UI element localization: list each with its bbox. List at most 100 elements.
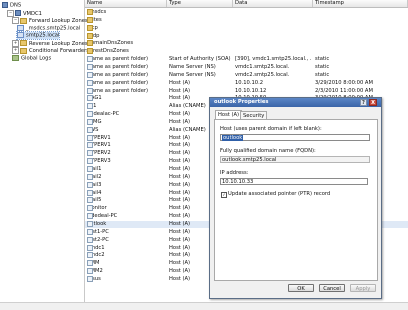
folder-icon [20,40,27,46]
tree-item-label: Conditional Forwarders [29,48,89,54]
record-icon [87,95,93,102]
record-type: Name Server (NS) [169,63,216,70]
record-icon [87,134,93,141]
record-name-text: DomainDnsZones [87,40,134,47]
record-icon [87,56,93,63]
record-name: DomainDnsZones [87,40,166,47]
record-name: ForestDnsZones [87,48,166,55]
record-icon [87,275,93,282]
record-icon [87,260,93,267]
record-icon [87,63,93,70]
tree-item[interactable]: DNS [2,2,21,9]
record-name: outlook [87,220,166,228]
expand-toggle-icon[interactable]: − [12,17,19,24]
properties-dialog: outlook Properties ? X Host (A) Security… [209,97,382,299]
expand-toggle-icon[interactable]: + [12,47,19,54]
tree-item[interactable]: smtp25.local [15,31,61,40]
record-row[interactable]: _msdcs [85,9,408,16]
folder-icon [87,32,93,39]
record-type: Name Server (NS) [169,71,216,78]
record-type: Host (A) [169,79,191,86]
record-row[interactable]: _sites [85,16,408,24]
record-row[interactable]: (same as parent folder) Start of Authorit… [85,56,408,63]
folder-icon [87,48,93,55]
record-data: vmdc2.smtp25.local. [235,71,290,78]
record-name-text: (same as parent folder) [87,56,149,63]
record-row[interactable]: ForestDnsZones [85,48,408,55]
log-icon [12,54,19,61]
apply-button[interactable]: Apply [350,284,376,292]
folder-icon [87,16,93,23]
zone-icon [17,24,24,31]
host-input-value: outlook [222,135,244,141]
tree-item[interactable]: − VMDC1 [7,9,42,17]
column-header-type[interactable]: Type [167,0,233,7]
tree-item[interactable]: Global Logs [12,54,52,62]
record-name: vmdc2 [87,252,166,259]
expand-toggle-icon[interactable]: − [7,9,14,17]
record-name: VMM2 [87,268,166,275]
column-header-data[interactable]: Data [233,0,313,7]
tree-item[interactable]: _msdcs.smtp25.local [17,24,81,32]
record-icon [87,213,93,220]
record-type: Start of Authority (SOA) [169,56,231,63]
folder-icon [87,40,93,47]
record-name-text: (same as parent folder) [87,71,149,78]
tree-item[interactable]: − Forward Lookup Zones [12,17,88,24]
host-input[interactable]: outlook [220,134,370,141]
tree-item-label: DNS [10,2,22,9]
dns-icon [2,2,8,8]
dialog-title-bar[interactable]: outlook Properties ? X [210,98,381,107]
folder-icon [20,17,27,24]
record-icon [87,71,93,78]
record-name: VMM [87,260,166,267]
record-row[interactable]: _udp [85,32,408,40]
record-name-text: (same as parent folder) [87,79,149,86]
record-name: HYPERV1 [87,134,166,142]
dialog-title: outlook Properties [214,99,269,105]
record-ts: 3/29/2010 8:00:00 AM [315,79,373,86]
host-tab-panel: Host (uses parent domain if left blank):… [214,119,378,281]
record-row[interactable]: (same as parent folder) Host (A) 10.10.10.… [85,87,408,95]
record-row[interactable]: _tcp [85,24,408,32]
column-header-timestamp[interactable]: Timestamp [313,0,408,7]
tree-item-label: _msdcs.smtp25.local [26,25,81,31]
record-icon [87,228,93,235]
record-type: Host (A) [169,87,191,94]
help-button[interactable]: ? [360,99,367,106]
record-icon [87,268,93,275]
record-data: 10.10.10.2 [235,79,264,86]
record-icon [87,150,93,157]
record-name: HYPERV2 [87,150,166,157]
record-ts: static [315,56,330,63]
ptr-checkbox[interactable]: ✓ [221,192,227,198]
record-name-text: (same as parent folder) [87,87,149,94]
record-name: (same as parent folder) [87,63,166,71]
folder-icon [87,24,93,31]
record-name: mail2 [87,173,166,181]
cancel-button[interactable]: Cancel [319,284,345,292]
ip-address-input[interactable]: 10.10.10.33 [220,178,368,185]
tree-item[interactable]: + Conditional Forwarders [12,47,89,54]
tree-item[interactable]: + Reverse Lookup Zones [12,39,88,47]
record-row[interactable]: DomainDnsZones [85,40,408,47]
tree-item-label: Global Logs [21,55,52,61]
record-name: (same as parent folder) [87,87,166,95]
close-button[interactable]: X [369,99,377,106]
record-row[interactable]: (same as parent folder) Name Server (NS) v… [85,71,408,79]
record-icon [87,126,93,133]
record-name: DAG1 [87,95,166,102]
tree-item-label: Reverse Lookup Zones [29,40,88,47]
expand-toggle-icon[interactable]: + [12,39,19,47]
ok-button[interactable]: OK [288,284,314,292]
record-row[interactable]: (same as parent folder) Host (A) 10.10.10.… [85,79,408,87]
column-header-name[interactable]: Name [85,0,167,7]
tree-item-label: Forward Lookup Zones [29,18,88,24]
record-icon [87,158,93,165]
record-row[interactable]: (same as parent folder) Name Server (NS) v… [85,63,408,71]
record-name: vmdc1 [87,244,166,252]
record-icon [87,197,93,204]
record-name: Odedeal-PC [87,213,166,220]
record-icon [87,205,93,212]
record-name: _msdcs [87,9,166,16]
